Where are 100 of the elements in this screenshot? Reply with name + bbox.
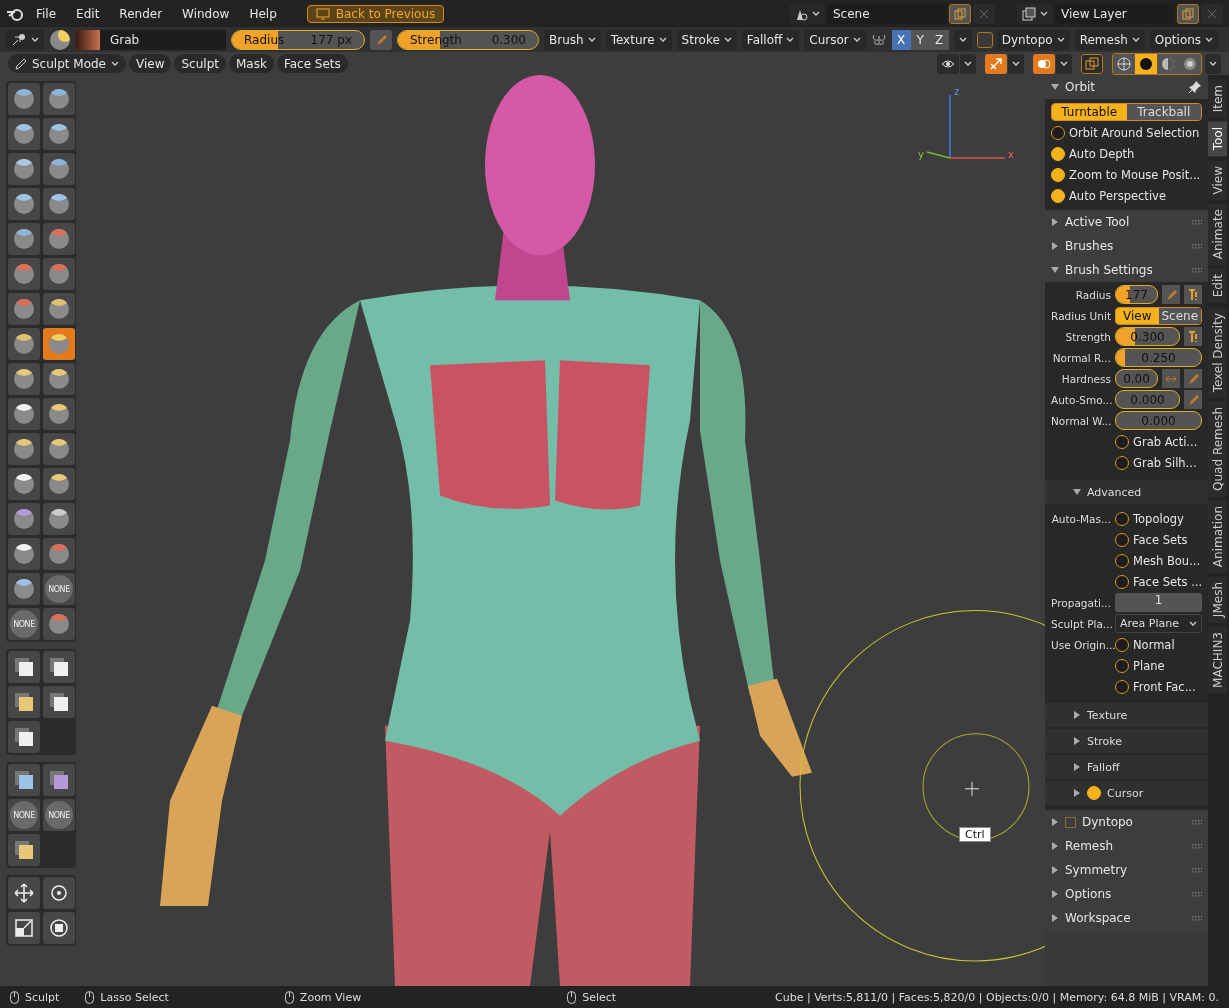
- checkbox[interactable]: [1065, 816, 1076, 828]
- sidebar-tab[interactable]: Texel Density: [1208, 306, 1227, 398]
- tool-button[interactable]: [8, 573, 40, 605]
- tool-button[interactable]: NONE: [8, 608, 40, 640]
- segmented-option[interactable]: Trackball: [1126, 103, 1201, 120]
- viewport-toggle-button[interactable]: [1081, 53, 1103, 74]
- view-layer-name-field[interactable]: View Layer: [1055, 3, 1175, 24]
- tool-button[interactable]: [8, 764, 40, 796]
- menu-item[interactable]: Window: [174, 4, 238, 23]
- tool-button[interactable]: NONE: [8, 799, 40, 831]
- tool-button[interactable]: [43, 468, 75, 500]
- sidebar-tab[interactable]: Quad Remesh: [1208, 401, 1227, 497]
- scene-name-field[interactable]: Scene: [827, 3, 947, 24]
- axis-toggle[interactable]: Z: [929, 29, 949, 50]
- checkbox[interactable]: [1115, 637, 1129, 652]
- menu-item[interactable]: Face Sets: [276, 54, 348, 73]
- dropdown-menu-button[interactable]: Remesh: [1074, 29, 1145, 50]
- tool-button[interactable]: NONE: [43, 799, 75, 831]
- axis-toggle[interactable]: Y: [910, 29, 930, 50]
- brush-name-field[interactable]: Grab: [76, 29, 226, 50]
- sidebar-tab[interactable]: Item: [1208, 79, 1227, 119]
- tool-button[interactable]: [43, 398, 75, 430]
- tool-selector[interactable]: [6, 29, 44, 50]
- tool-button[interactable]: [43, 188, 75, 220]
- tool-button[interactable]: [8, 503, 40, 535]
- menu-item[interactable]: Render: [111, 4, 171, 23]
- segmented-option[interactable]: Scene: [1158, 307, 1201, 324]
- tool-button[interactable]: [8, 328, 40, 360]
- tool-button[interactable]: [8, 651, 40, 683]
- checkbox[interactable]: [1051, 125, 1065, 140]
- butterfly-icon[interactable]: [870, 32, 887, 47]
- segmented-option[interactable]: View: [1116, 307, 1159, 324]
- checkbox[interactable]: [1115, 511, 1129, 526]
- checkbox[interactable]: [976, 31, 993, 48]
- tool-button[interactable]: [43, 764, 75, 796]
- tool-button[interactable]: [43, 912, 75, 944]
- copy-button[interactable]: [949, 3, 971, 24]
- tool-button[interactable]: [8, 188, 40, 220]
- tool-button[interactable]: [8, 118, 40, 150]
- sidebar-tab[interactable]: JMesh: [1208, 576, 1227, 624]
- tool-button[interactable]: [8, 912, 40, 944]
- mode-selector[interactable]: Sculpt Mode: [8, 54, 126, 73]
- tool-button[interactable]: [43, 503, 75, 535]
- checkbox[interactable]: [1051, 188, 1065, 203]
- checkbox[interactable]: [1115, 455, 1129, 470]
- tool-button[interactable]: [8, 153, 40, 185]
- menu-item[interactable]: Help: [241, 4, 285, 23]
- axis-toggle[interactable]: X: [891, 29, 911, 50]
- menu-item[interactable]: Mask: [228, 54, 274, 73]
- dropdown-menu-button[interactable]: Cursor: [804, 29, 866, 50]
- checkbox[interactable]: [1115, 434, 1129, 449]
- tool-button[interactable]: NONE: [43, 573, 75, 605]
- shading-mode-group[interactable]: [1112, 52, 1202, 75]
- sidebar-tab[interactable]: Edit: [1208, 268, 1227, 304]
- tool-button[interactable]: [8, 686, 40, 718]
- tool-button[interactable]: [43, 118, 75, 150]
- viewport-toggle-button[interactable]: [985, 53, 1007, 74]
- tool-button[interactable]: [43, 433, 75, 465]
- sidebar-tab[interactable]: MACHIN3: [1208, 626, 1227, 695]
- checkbox[interactable]: [1087, 786, 1101, 800]
- checkbox[interactable]: [1115, 658, 1129, 673]
- dropdown-menu-button[interactable]: Options: [1149, 29, 1219, 50]
- sidebar-tab[interactable]: Tool: [1208, 121, 1227, 157]
- tool-button[interactable]: [8, 721, 40, 753]
- tool-button[interactable]: [8, 83, 40, 115]
- menu-item[interactable]: Edit: [68, 4, 108, 23]
- brush-icon[interactable]: [49, 28, 71, 51]
- checkbox[interactable]: [1115, 532, 1129, 547]
- pin-icon[interactable]: [1188, 80, 1202, 94]
- sidebar-tab[interactable]: View: [1208, 159, 1227, 201]
- checkbox[interactable]: [1115, 574, 1129, 589]
- tool-button[interactable]: [43, 363, 75, 395]
- dropdown[interactable]: Area Plane: [1115, 614, 1202, 633]
- tool-button[interactable]: [8, 433, 40, 465]
- dropdown-menu-button[interactable]: Falloff: [741, 29, 800, 50]
- tool-button[interactable]: [43, 651, 75, 683]
- options-dropdown-button[interactable]: [1008, 53, 1024, 74]
- menu-item[interactable]: File: [28, 4, 65, 23]
- tool-button[interactable]: [43, 83, 75, 115]
- tool-button[interactable]: [8, 398, 40, 430]
- tool-button[interactable]: [8, 877, 40, 909]
- checkbox[interactable]: [1051, 146, 1065, 161]
- dropdown-menu-button[interactable]: Stroke: [676, 29, 737, 50]
- viewport-toggle-button[interactable]: [1033, 53, 1055, 74]
- tool-button[interactable]: [8, 223, 40, 255]
- tool-button[interactable]: [43, 153, 75, 185]
- shading-mode-button[interactable]: [1179, 53, 1201, 74]
- shading-mode-button[interactable]: [1135, 53, 1157, 74]
- tool-button[interactable]: [43, 686, 75, 718]
- tool-button[interactable]: [43, 293, 75, 325]
- tool-button[interactable]: [43, 877, 75, 909]
- jitter-button[interactable]: [1184, 285, 1202, 304]
- checkbox[interactable]: [1115, 553, 1129, 568]
- tool-button[interactable]: [8, 468, 40, 500]
- view-layer-type-selector[interactable]: [1017, 3, 1053, 24]
- dropdown-menu-button[interactable]: Brush: [544, 29, 601, 50]
- axis-gizmo[interactable]: z y x: [918, 86, 1014, 161]
- sidebar-tab[interactable]: Animation: [1208, 499, 1227, 574]
- jitter-button[interactable]: [1184, 327, 1202, 346]
- segmented-option[interactable]: Turntable: [1052, 103, 1127, 120]
